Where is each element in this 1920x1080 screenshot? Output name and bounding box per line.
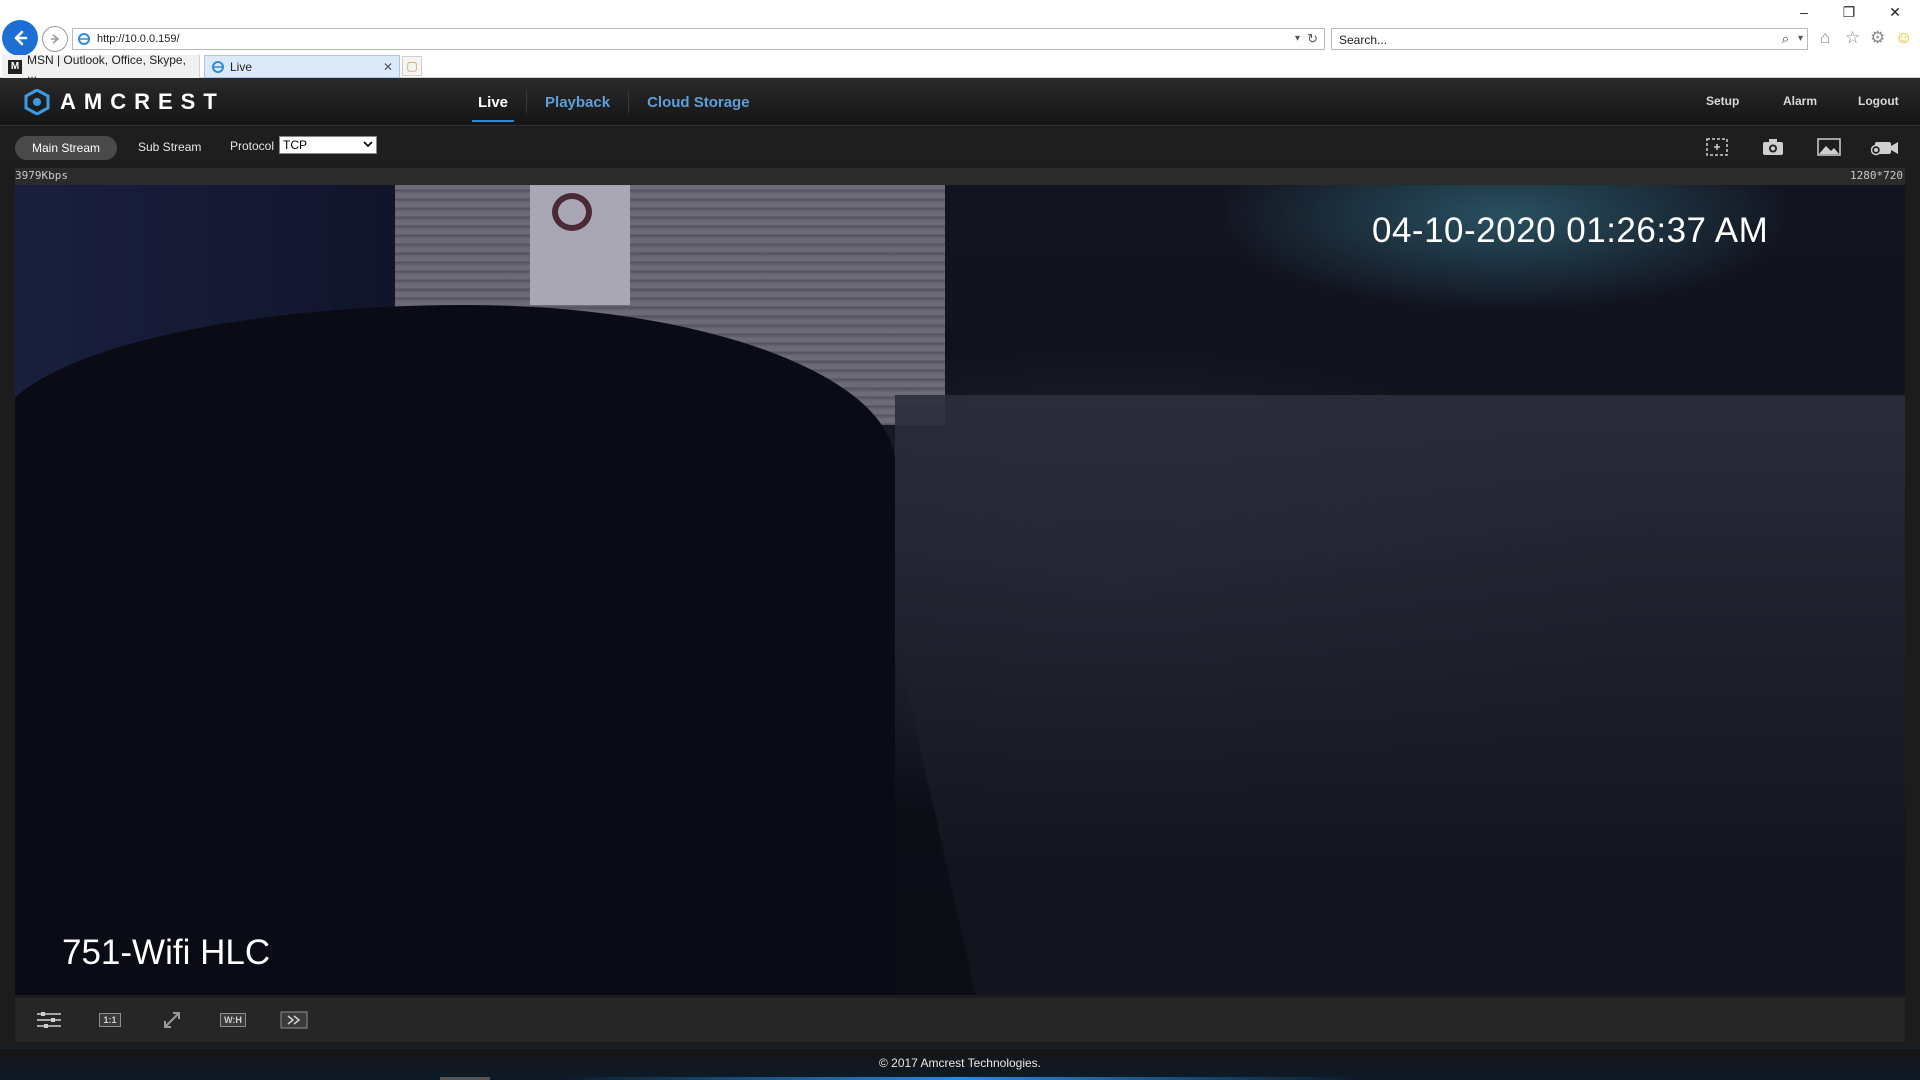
restore-icon[interactable]: ❐ [1834,4,1864,21]
gear-icon[interactable]: ⚙ [1870,28,1885,48]
record-button[interactable] [1871,135,1899,159]
ie-icon [212,60,224,73]
image-icon [1817,138,1841,156]
camera-name-overlay: 751-Wifi HLC [62,933,271,972]
smiley-feedback-icon[interactable]: ☺ [1895,28,1912,48]
live-video-feed[interactable]: 04-10-2020 01:26:37 AM 751-Wifi HLC [15,185,1905,995]
forward-button[interactable] [42,26,68,52]
scene-driveway [895,395,1905,995]
fullscreen-button[interactable] [157,1008,187,1032]
ie-icon [78,33,90,45]
main-stream-button[interactable]: Main Stream [15,136,117,160]
copyright-text: © 2017 Amcrest Technologies. [878,1056,1042,1070]
tab-live[interactable]: Live ✕ [204,55,400,78]
search-dropdown-icon[interactable]: ▾ [1798,33,1803,44]
resolution-readout: 1280*720 [1850,169,1903,182]
nav-live[interactable]: Live [460,78,526,126]
fluency-icon [280,1011,308,1029]
sub-stream-button[interactable]: Sub Stream [138,140,201,154]
protocol-select[interactable]: TCP [279,136,377,154]
search-placeholder[interactable]: Search... [1339,33,1387,47]
back-button[interactable] [2,20,38,56]
amcrest-hexagon-icon [24,89,50,115]
tab-msn[interactable]: M MSN | Outlook, Office, Skype, ... [2,52,200,81]
scene-wreath [552,193,592,231]
protocol-label: Protocol [230,139,275,153]
arrow-right-icon [51,34,60,44]
browser-tab-row: M MSN | Outlook, Office, Skype, ... Live… [0,52,1920,81]
live-toolbar: Main Stream Sub Stream Protocol TCP [0,127,1920,166]
logout-link[interactable]: Logout [1858,94,1899,108]
scene-car-silhouette [15,305,895,995]
page-footer: © 2017 Amcrest Technologies. [0,1048,1920,1080]
address-bar[interactable]: http://10.0.0.159/ ▾ ↻ [72,28,1325,50]
browser-address-row: http://10.0.0.159/ ▾ ↻ Search... ⌕ ▾ ⌂ ☆… [0,0,1920,56]
home-icon[interactable]: ⌂ [1820,28,1830,48]
arrow-left-icon [14,30,28,46]
tab-label: MSN | Outlook, Office, Skype, ... [26,52,186,81]
close-window-icon[interactable]: ✕ [1880,4,1910,21]
zoom-region-icon [1706,138,1728,156]
chevron-down-icon [363,141,373,148]
snapshot-button[interactable] [1759,135,1787,159]
protocol-value: TCP [283,138,307,152]
wh-label: W:H [220,1013,246,1027]
search-icon[interactable]: ⌕ [1782,31,1789,47]
image-button[interactable] [1815,135,1843,159]
nav-cloud-storage[interactable]: Cloud Storage [629,78,768,126]
amcrest-logo[interactable]: AMCREST [24,89,225,115]
brand-name: AMCREST [60,89,225,114]
video-timestamp: 04-10-2020 01:26:37 AM [1372,211,1769,250]
image-adjust-button[interactable] [34,1008,64,1032]
video-status-strip: 3979Kbps 1280*720 [15,168,1905,185]
msn-icon: M [8,59,22,74]
address-text[interactable]: http://10.0.0.159/ [97,33,180,45]
expand-icon [164,1012,180,1028]
aspect-ratio-button[interactable]: W:H [218,1008,248,1032]
alarm-link[interactable]: Alarm [1783,94,1817,108]
video-record-icon [1871,142,1898,156]
search-input[interactable]: Search... ⌕ ▾ [1331,28,1808,50]
nav-playback[interactable]: Playback [527,78,628,126]
new-tab-button[interactable]: ▢ [402,56,422,76]
tab-label: Live [230,59,253,74]
zoom-region-button[interactable] [1703,135,1731,159]
refresh-icon[interactable]: ↻ [1307,31,1318,47]
ratio-label: 1:1 [99,1013,121,1027]
fluency-button[interactable] [279,1008,309,1032]
browser-chrome: http://10.0.0.159/ ▾ ↻ Search... ⌕ ▾ ⌂ ☆… [0,0,1920,81]
camera-icon [1763,139,1783,155]
app-header: AMCREST Live Playback Cloud Storage Setu… [0,78,1920,126]
minimize-icon[interactable]: – [1789,4,1819,20]
favorites-star-icon[interactable]: ☆ [1845,28,1860,48]
original-size-button[interactable]: 1:1 [95,1008,125,1032]
new-tab-icon: ▢ [406,59,418,73]
sliders-icon [37,1012,61,1028]
main-nav: Live Playback Cloud Storage [460,78,768,126]
close-tab-icon[interactable]: ✕ [383,60,393,74]
address-dropdown-icon[interactable]: ▾ [1295,33,1300,44]
bitrate-readout: 3979Kbps [15,169,68,182]
setup-link[interactable]: Setup [1706,94,1739,108]
video-control-bar: 1:1 W:H [15,998,1905,1042]
